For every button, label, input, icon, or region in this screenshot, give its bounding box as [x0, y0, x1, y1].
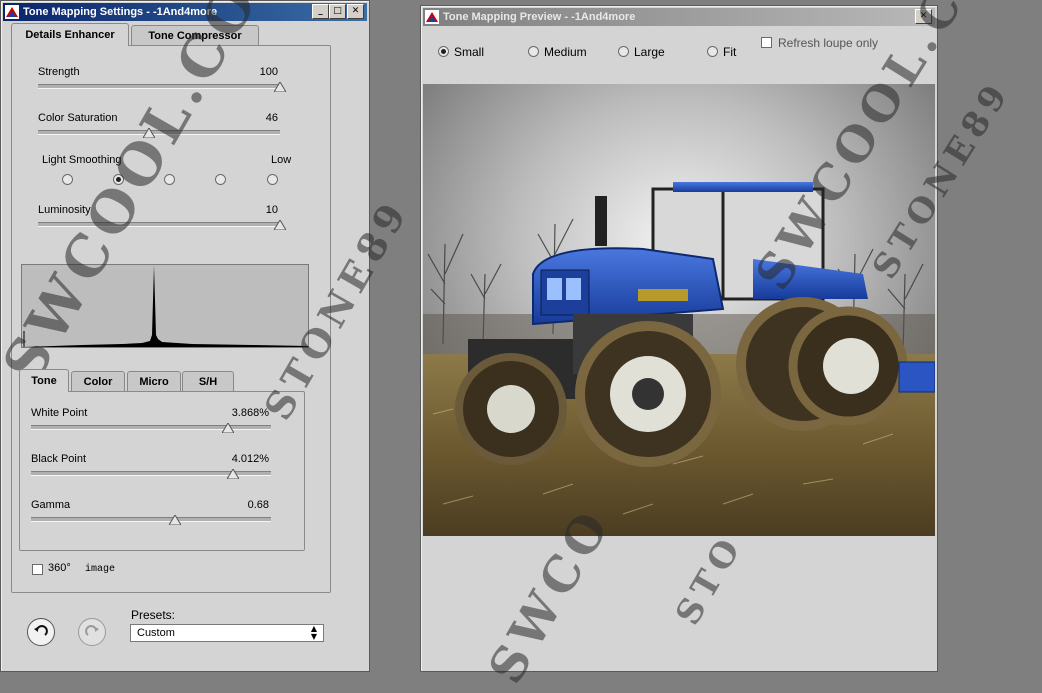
redo-icon — [85, 625, 99, 636]
image-360-checkbox[interactable] — [32, 564, 43, 575]
tractor-preview-image — [423, 84, 935, 536]
tab-details-enhancer[interactable]: Details Enhancer — [11, 23, 129, 46]
size-label-medium: Medium — [544, 45, 587, 59]
histogram — [21, 264, 309, 348]
settings-title: Tone Mapping Settings - -1And4more — [23, 6, 218, 18]
tone-panel: White Point 3.868% Black Point 4.012% Ga… — [19, 391, 305, 551]
light-smoothing-radio-1[interactable] — [62, 174, 73, 185]
size-radio-small[interactable] — [438, 46, 449, 57]
refresh-loupe-label: Refresh loupe only — [778, 36, 879, 50]
strength-value: 100 — [259, 66, 278, 78]
color-saturation-slider[interactable] — [38, 130, 280, 135]
white-point-label: White Point — [31, 407, 88, 419]
redo-button[interactable] — [78, 618, 106, 646]
settings-window: Tone Mapping Settings - -1And4more _ □ ✕… — [0, 0, 370, 672]
light-smoothing-radio-3[interactable] — [164, 174, 175, 185]
color-saturation-value: 46 — [265, 112, 278, 124]
image-360-label: 360° — [48, 562, 71, 574]
preview-titlebar[interactable]: Tone Mapping Preview - -1And4more ✕ — [423, 8, 935, 26]
gamma-label: Gamma — [31, 499, 71, 511]
refresh-loupe-checkbox[interactable] — [761, 37, 772, 48]
app-icon — [425, 10, 439, 24]
luminosity-value: 10 — [265, 204, 278, 216]
luminosity-label: Luminosity — [38, 204, 91, 216]
tab-tone[interactable]: Tone — [19, 369, 69, 392]
tab-micro[interactable]: Micro — [127, 371, 181, 392]
size-label-large: Large — [634, 45, 665, 59]
size-radio-medium[interactable] — [528, 46, 539, 57]
maximize-button[interactable]: □ — [329, 4, 346, 19]
app-icon — [5, 5, 19, 19]
preview-image[interactable] — [423, 84, 935, 536]
image-360-suffix: image — [85, 564, 116, 575]
undo-icon — [34, 625, 48, 636]
details-panel: Strength 100 Color Saturation 46 Light S… — [11, 45, 331, 593]
tab-tone-compressor[interactable]: Tone Compressor — [131, 25, 259, 46]
strength-label: Strength — [38, 66, 80, 78]
luminosity-slider[interactable] — [38, 222, 280, 227]
light-smoothing-radio-5[interactable] — [267, 174, 278, 185]
preview-close-button[interactable]: ✕ — [915, 9, 932, 24]
white-point-slider[interactable] — [31, 425, 271, 430]
light-smoothing-label: Light Smoothing — [42, 154, 122, 166]
color-saturation-label: Color Saturation — [38, 112, 118, 124]
tab-color[interactable]: Color — [71, 371, 125, 392]
histogram-plot — [23, 265, 308, 347]
light-smoothing-low-label: Low — [271, 154, 292, 166]
size-label-fit: Fit — [723, 45, 737, 59]
dropdown-arrows-icon: ▲ ▼ — [310, 624, 317, 641]
strength-slider[interactable] — [38, 84, 280, 89]
size-radio-fit[interactable] — [707, 46, 718, 57]
light-smoothing-radio-4[interactable] — [215, 174, 226, 185]
minimize-button[interactable]: _ — [312, 4, 329, 19]
gamma-value: 0.68 — [247, 499, 269, 511]
presets-selected-value: Custom — [137, 627, 175, 639]
undo-button[interactable] — [27, 618, 55, 646]
size-label-small: Small — [454, 45, 485, 59]
black-point-label: Black Point — [31, 453, 87, 465]
tab-sh[interactable]: S/H — [182, 371, 234, 392]
gamma-slider[interactable] — [31, 517, 271, 522]
presets-label: Presets: — [131, 608, 176, 622]
black-point-value: 4.012% — [231, 453, 269, 465]
close-button[interactable]: ✕ — [347, 4, 364, 19]
settings-titlebar[interactable]: Tone Mapping Settings - -1And4more _ □ ✕ — [3, 3, 367, 21]
presets-select[interactable]: Custom ▲ ▼ — [130, 624, 324, 642]
preview-window: Tone Mapping Preview - -1And4more ✕ Smal… — [420, 5, 938, 672]
size-radio-large[interactable] — [618, 46, 629, 57]
white-point-value: 3.868% — [231, 407, 269, 419]
light-smoothing-radio-2[interactable] — [113, 174, 124, 185]
preview-title: Tone Mapping Preview - -1And4more — [443, 11, 636, 23]
